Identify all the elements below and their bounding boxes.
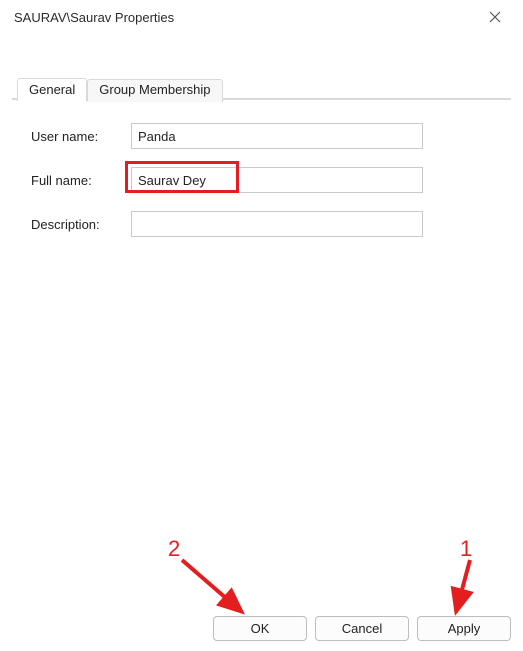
row-fullname: Full name: [31,167,492,193]
username-label: User name: [31,129,131,144]
annotation-number-2: 2 [168,536,180,562]
close-icon [489,11,501,23]
apply-button[interactable]: Apply [417,616,511,641]
fullname-label: Full name: [31,173,131,188]
window-title: SAURAV\Saurav Properties [14,10,174,25]
cancel-button[interactable]: Cancel [315,616,409,641]
description-label: Description: [31,217,131,232]
titlebar: SAURAV\Saurav Properties [0,0,523,34]
arrow-icon-2 [168,552,258,624]
tab-strip: General Group Membership [17,77,223,100]
description-input[interactable] [131,211,423,237]
tab-group-membership[interactable]: Group Membership [87,79,222,102]
annotation-number-1: 1 [460,536,472,562]
row-username: User name: [31,123,492,149]
ok-button[interactable]: OK [213,616,307,641]
button-bar: OK Cancel Apply [213,616,511,641]
row-description: Description: [31,211,492,237]
general-form: User name: Full name: Description: [13,99,510,265]
username-input[interactable] [131,123,423,149]
arrow-icon-1 [432,552,492,624]
dialog-body: General Group Membership User name: Full… [12,98,511,100]
close-button[interactable] [477,3,513,31]
tab-general[interactable]: General [17,78,87,101]
fullname-input[interactable] [131,167,423,193]
